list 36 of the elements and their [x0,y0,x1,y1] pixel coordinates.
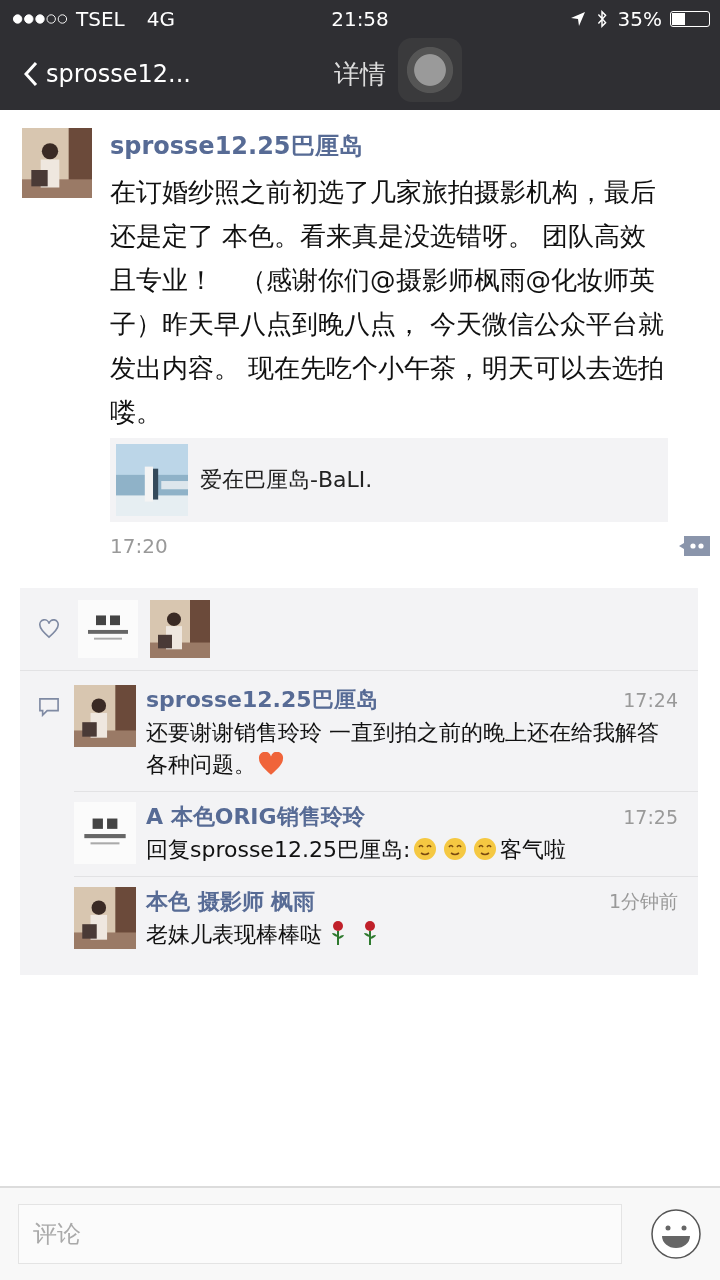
link-title: 爱在巴厘岛-BaLI. [200,466,373,494]
location-icon [569,10,586,28]
comment-icon [38,697,60,717]
page-title: 详情 [334,57,386,91]
comment-text: 老妹儿表现棒棒哒 [146,919,678,951]
comment-time: 17:25 [623,806,678,828]
commenter-name[interactable]: A 本色ORIG销售玲玲 [146,802,365,832]
carrier-label: TSEL [76,7,125,31]
comment-field[interactable]: 评论 [18,1204,622,1264]
smiley-icon [442,837,469,861]
smiley-icon [472,837,499,861]
assistive-touch-button[interactable] [398,38,462,102]
post-time: 17:20 [110,534,168,558]
battery-percent: 35% [617,7,662,31]
rose-icon [330,920,346,946]
link-card[interactable]: 爱在巴厘岛-BaLI. [110,438,668,522]
heart-icon [258,752,284,776]
battery-icon [670,11,710,27]
network-label: 4G [146,7,175,31]
comment-time: 1分钟前 [608,889,678,914]
emoji-button[interactable] [650,1208,702,1260]
smiley-icon [412,837,439,861]
back-icon [24,61,38,87]
rose-icon [362,920,378,946]
commenter-name[interactable]: sprosse12.25巴厘岛 [146,685,378,715]
author-name[interactable]: sprosse12.25巴厘岛 [110,130,363,162]
comment-text: 还要谢谢销售玲玲 一直到拍之前的晚上还在给我解答各种问题。 [146,719,660,779]
heart-outline-icon [38,619,60,639]
comment-menu-icon[interactable] [678,534,712,558]
back-button[interactable]: sprosse12... [0,60,191,88]
clock: 21:58 [331,7,389,31]
post-text: 在订婚纱照之前初选了几家旅拍摄影机构，最后还是定了 本色。看来真是没选错呀。 团队高效且专业！ （感谢你们@摄影师枫雨@化妆师英子）昨天早八点到晚八点， 今天微信公众平台就发出内容。 现在先吃个小午茶，明天可以去选拍喽。 [110,176,666,429]
signal-icon [12,13,68,25]
comment-text: 回复sprosse12.25巴厘岛: 客气啦 [146,836,568,864]
comment-time: 17:24 [623,689,678,711]
commenter-name[interactable]: 本色 摄影师 枫雨 [146,887,316,917]
